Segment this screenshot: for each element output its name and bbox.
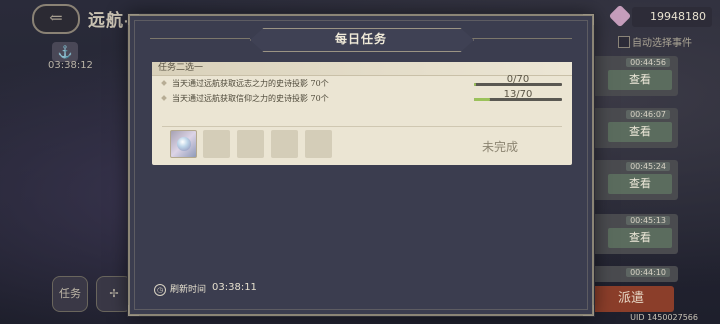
voyage-time: 00:45:24: [626, 162, 670, 171]
screen-title: 远航-: [88, 11, 133, 31]
voyage-time: 00:44:10: [626, 268, 670, 277]
task-status: 未完成: [482, 140, 519, 154]
reward-slot-empty: [305, 130, 332, 158]
task-description: 当天通过远航获取信仰之力的史诗投影 70个: [172, 94, 329, 103]
header-rule: [472, 38, 572, 39]
refresh-time: 03:38:11: [212, 282, 257, 293]
auto-select-checkbox[interactable]: [618, 36, 630, 48]
dialog-title: 每日任务: [334, 32, 387, 46]
dialog-corner: [583, 14, 594, 25]
tasks-icon[interactable]: 任务: [52, 276, 88, 312]
view-button[interactable]: 查看: [608, 70, 672, 90]
dialog-corner: [583, 305, 594, 316]
auto-select-label: 自动选择事件: [632, 38, 692, 49]
currency-icon: [608, 4, 632, 28]
reward-slot-empty: [237, 130, 264, 158]
currency-amount: 19948180: [632, 7, 712, 27]
diamond-bullet-icon: [161, 95, 167, 101]
task-divider: [162, 126, 562, 127]
refresh-label: 刷新时间: [170, 285, 207, 295]
diamond-bullet-icon: [161, 80, 167, 86]
voyage-time: 00:45:13: [626, 216, 670, 225]
task-progress-count: 13/70: [503, 89, 533, 100]
clock-icon: ◷: [154, 284, 166, 296]
task-section-label: 任务二选一: [158, 63, 204, 73]
task-row: 当天通过远航获取信仰之力的史诗投影 70个 13/70: [161, 89, 562, 105]
uid-label: UID 1450027566: [630, 313, 698, 322]
voyage-time: 00:46:07: [626, 110, 670, 119]
dialog-corner: [128, 14, 139, 25]
reward-slot-empty: [203, 130, 230, 158]
dispatch-button[interactable]: 派遣: [588, 286, 674, 312]
task-card: 任务二选一 当天通过远航获取远志之力的史诗投影 70个 0/70 当天通过远航获…: [152, 62, 572, 165]
daily-tasks-dialog: 每日任务 任务二选一 当天通过远航获取远志之力的史诗投影 70个 0/70 当天…: [128, 14, 594, 316]
voyage-time: 00:44:56: [626, 58, 670, 67]
reward-slot-empty: [271, 130, 298, 158]
reward-item-crystal[interactable]: [170, 130, 197, 158]
task-progress-count: 0/70: [506, 74, 530, 85]
ship-icon[interactable]: ⚓: [52, 42, 78, 62]
back-button[interactable]: ⇐: [32, 4, 80, 34]
crystal-icon: [177, 137, 191, 151]
header-rule: [150, 38, 250, 39]
view-button[interactable]: 查看: [608, 174, 672, 194]
back-arrow-icon: ⇐: [49, 8, 63, 27]
side-timer: 03:38:12: [48, 60, 93, 71]
view-button[interactable]: 查看: [608, 228, 672, 248]
view-button[interactable]: 查看: [608, 122, 672, 142]
dialog-corner: [128, 305, 139, 316]
compass-icon[interactable]: ✢: [96, 276, 132, 312]
task-description: 当天通过远航获取远志之力的史诗投影 70个: [172, 79, 329, 88]
